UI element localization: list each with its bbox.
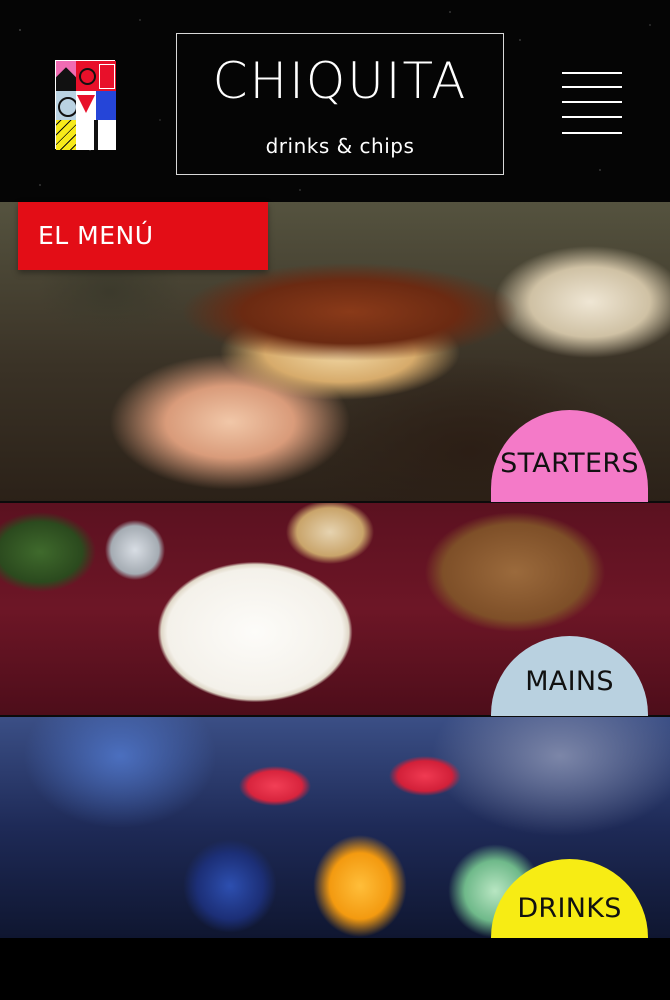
logo-cell xyxy=(96,90,116,121)
header: CHIQUITA drinks & chips xyxy=(0,0,670,202)
logo-cell xyxy=(56,120,76,150)
logo-cell xyxy=(96,61,116,91)
brand-logo[interactable]: CHIQUITA drinks & chips xyxy=(176,33,504,175)
brand-tagline: drinks & chips xyxy=(265,134,415,158)
hamburger-line xyxy=(562,116,622,118)
logo-cell xyxy=(56,90,76,121)
logo-cell xyxy=(76,61,96,91)
hamburger-line xyxy=(562,132,622,134)
footer xyxy=(0,938,670,1000)
page: CHIQUITA drinks & chips EL MENÚ STARTERS… xyxy=(0,0,670,1000)
logo-cell xyxy=(76,90,96,121)
hamburger-icon[interactable] xyxy=(562,72,622,136)
geometric-tile-logo-icon[interactable] xyxy=(55,60,116,150)
menu-label: EL MENÚ xyxy=(18,202,268,270)
hamburger-line xyxy=(562,72,622,74)
hamburger-line xyxy=(562,101,622,103)
logo-cell xyxy=(76,120,96,150)
logo-cell xyxy=(56,61,76,91)
logo-cell xyxy=(96,120,116,150)
brand-name: CHIQUITA xyxy=(212,52,468,110)
hamburger-line xyxy=(562,86,622,88)
